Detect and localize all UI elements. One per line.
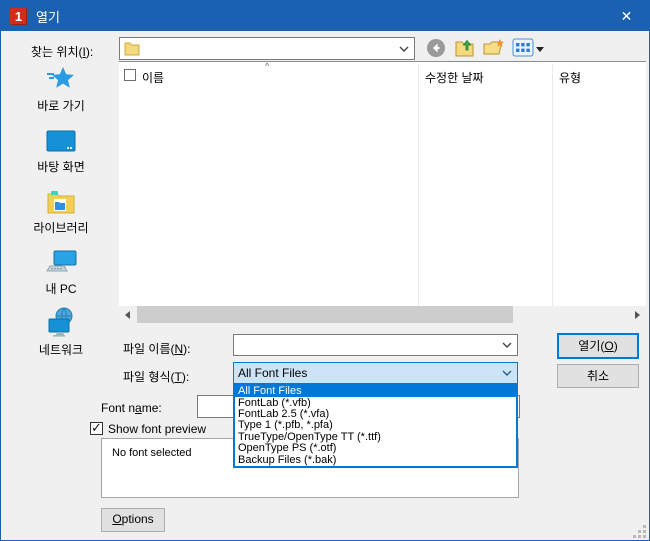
dropdown-item[interactable]: OpenType PS (*.otf) xyxy=(235,443,516,454)
dropdown-item[interactable]: Type 1 (*.pfb, *.pfa) xyxy=(235,420,516,431)
sidebar-item-this-pc[interactable]: 내 PC xyxy=(9,246,113,307)
go-back-icon xyxy=(426,38,446,61)
up-one-level-button[interactable] xyxy=(454,38,476,60)
look-in-label: 찾는 위치(I): xyxy=(31,45,94,59)
titlebar: 열기 ✕ xyxy=(1,1,649,31)
sidebar-item-label: 바탕 화면 xyxy=(37,160,85,174)
sidebar-item-label: 라이브러리 xyxy=(33,221,89,235)
sidebar-item-label: 내 PC xyxy=(45,282,77,296)
select-all-checkbox[interactable] xyxy=(124,69,136,81)
back-button[interactable] xyxy=(425,38,447,60)
file-type-combobox[interactable]: All Font Files xyxy=(233,362,518,384)
sidebar-item-label: 바로 가기 xyxy=(37,99,85,113)
sidebar-item-network[interactable]: 네트워크 xyxy=(9,307,113,368)
window-title: 열기 xyxy=(36,9,60,25)
folder-toolbar xyxy=(425,37,544,61)
resize-grip[interactable] xyxy=(633,525,646,538)
scroll-left-arrow[interactable] xyxy=(119,306,136,323)
close-button[interactable]: ✕ xyxy=(604,1,649,31)
sidebar-item-libraries[interactable]: 라이브러리 xyxy=(9,185,113,246)
font-name-label: Font name: xyxy=(101,401,162,415)
open-button[interactable]: 열기(O) xyxy=(557,333,639,359)
chevron-down-icon[interactable] xyxy=(399,46,409,52)
options-button[interactable]: Options xyxy=(101,508,165,532)
look-in-combobox[interactable] xyxy=(119,37,415,60)
quick-access-star-icon xyxy=(46,63,76,93)
new-folder-button[interactable] xyxy=(483,38,505,60)
preview-status-text: No font selected xyxy=(112,447,192,459)
file-type-label: 파일 형식(T): xyxy=(123,370,190,384)
views-caret-icon xyxy=(536,46,544,52)
column-separator[interactable] xyxy=(552,64,553,308)
column-header-type[interactable]: 유형 xyxy=(559,69,581,86)
sidebar-item-quick-access[interactable]: 바로 가기 xyxy=(9,63,113,124)
folder-icon xyxy=(124,41,140,59)
show-font-preview-checkbox[interactable]: ✓ xyxy=(90,420,103,435)
column-separator[interactable] xyxy=(418,64,419,308)
file-type-value: All Font Files xyxy=(238,366,308,380)
scroll-right-arrow[interactable] xyxy=(629,306,646,323)
views-icon xyxy=(512,38,534,60)
fontlab-app-icon xyxy=(10,7,27,25)
dropdown-item[interactable]: All Font Files xyxy=(235,385,516,398)
places-sidebar: 바로 가기 바탕 화면 라이브러리 내 PC 네트워크 xyxy=(9,63,113,368)
network-icon xyxy=(45,307,77,337)
chevron-down-icon[interactable] xyxy=(502,370,512,376)
cancel-button[interactable]: 취소 xyxy=(557,364,639,388)
file-name-combobox[interactable] xyxy=(233,334,518,356)
show-font-preview-label: Show font preview xyxy=(108,422,207,436)
checkmark-icon: ✓ xyxy=(91,420,102,435)
sidebar-item-desktop[interactable]: 바탕 화면 xyxy=(9,124,113,185)
column-header-name[interactable]: 이름 xyxy=(142,69,164,86)
scrollbar-thumb[interactable] xyxy=(137,306,513,323)
column-header-modified[interactable]: 수정한 날짜 xyxy=(425,69,484,86)
libraries-icon xyxy=(46,185,76,215)
desktop-icon xyxy=(46,124,76,154)
file-list[interactable]: 이름 ^ 수정한 날짜 유형 xyxy=(119,61,646,323)
this-pc-icon xyxy=(45,246,77,276)
views-menu-button[interactable] xyxy=(512,38,544,60)
file-type-dropdown-list: All Font Files FontLab (*.vfb) FontLab 2… xyxy=(233,384,518,468)
new-folder-icon xyxy=(483,38,505,61)
sort-ascending-icon: ^ xyxy=(265,61,270,71)
horizontal-scrollbar[interactable] xyxy=(119,306,646,323)
file-name-label: 파일 이름(N): xyxy=(123,342,191,356)
sidebar-item-label: 네트워크 xyxy=(38,343,84,357)
up-one-level-icon xyxy=(455,38,476,61)
open-dialog: 열기 ✕ 찾는 위치(I): xyxy=(0,0,650,541)
dropdown-item[interactable]: Backup Files (*.bak) xyxy=(235,454,516,466)
chevron-down-icon[interactable] xyxy=(502,342,512,348)
